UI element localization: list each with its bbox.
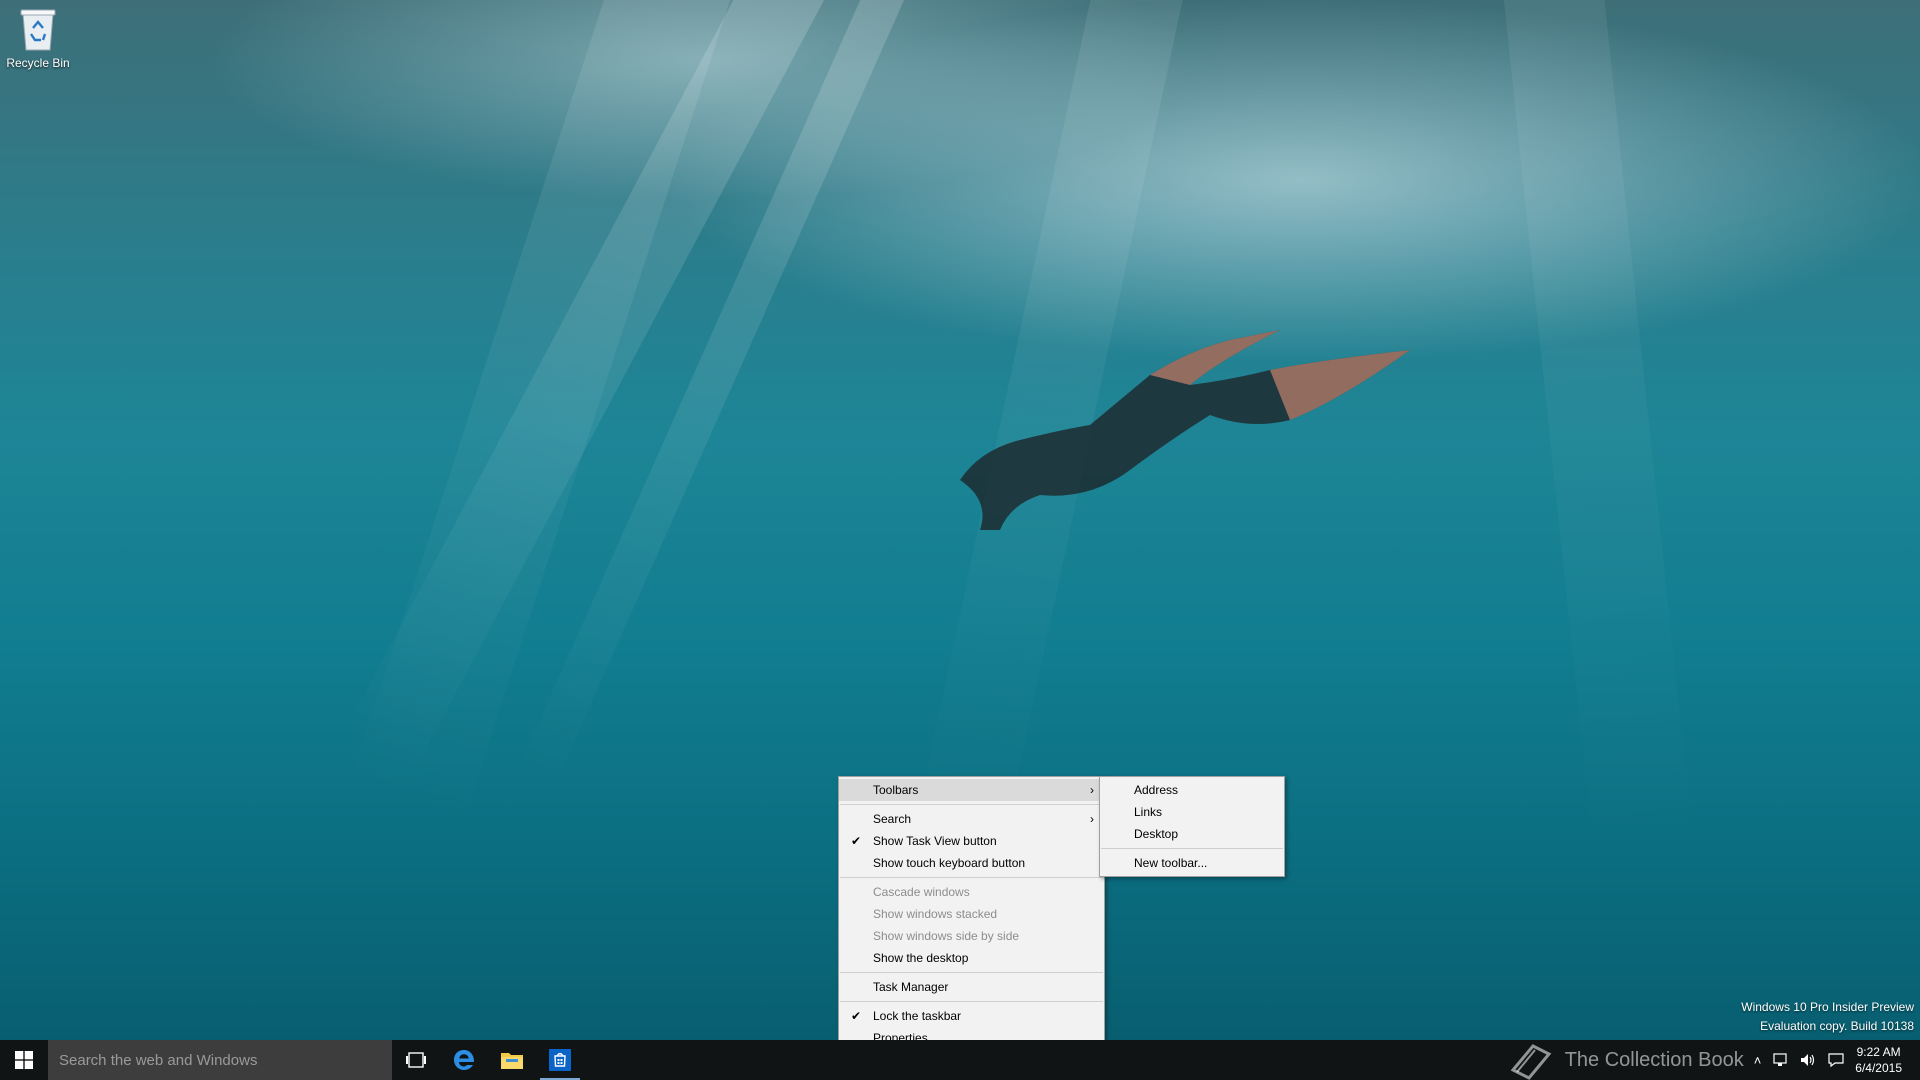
checkmark-icon: ✔ — [851, 1009, 862, 1023]
brand-watermark-text: The Collection Book — [1564, 1048, 1744, 1071]
network-icon[interactable] — [1771, 1052, 1789, 1068]
edge-button[interactable] — [440, 1040, 488, 1080]
menu-item-label: Show windows stacked — [873, 907, 998, 921]
menu-separator — [1101, 848, 1283, 849]
menu-separator — [840, 877, 1103, 878]
submenu-item-new-toolbar[interactable]: New toolbar... — [1100, 852, 1284, 874]
light-ray — [1500, 0, 1694, 861]
brand-watermark: The Collection Book — [1507, 1040, 1744, 1080]
submenu-item-links[interactable]: Links — [1100, 801, 1284, 823]
menu-item-label: Cascade windows — [873, 885, 970, 899]
menu-item-label: Lock the taskbar — [873, 1009, 962, 1023]
task-view-icon — [406, 1052, 426, 1068]
desktop-icon-label: Recycle Bin — [6, 56, 70, 70]
recycle-bin-icon — [20, 9, 56, 51]
system-tray: The Collection Book ˄ 9:22 AM 6/4/2015 — [1507, 1040, 1920, 1080]
menu-item-show-the-desktop[interactable]: Show the desktop — [839, 947, 1104, 969]
menu-item-label: Desktop — [1134, 827, 1179, 841]
windows-logo-icon — [15, 1051, 33, 1069]
menu-item-toolbars[interactable]: Toolbars › — [839, 779, 1104, 801]
menu-item-label: Links — [1134, 805, 1163, 819]
watermark-line1: Windows 10 Pro Insider Preview — [1741, 1000, 1914, 1014]
taskbar-context-menu: Toolbars › Search › ✔ Show Task View but… — [838, 776, 1105, 1052]
menu-separator — [840, 804, 1103, 805]
menu-item-search[interactable]: Search › — [839, 808, 1104, 830]
clock[interactable]: 9:22 AM 6/4/2015 — [1855, 1044, 1902, 1076]
menu-item-show-touch-keyboard-button[interactable]: Show touch keyboard button — [839, 852, 1104, 874]
menu-item-show-task-view-button[interactable]: ✔ Show Task View button — [839, 830, 1104, 852]
submenu-item-address[interactable]: Address — [1100, 779, 1284, 801]
book-logo-icon — [1510, 1044, 1552, 1080]
show-hidden-icons-chevron-icon[interactable]: ˄ — [1754, 1053, 1762, 1068]
store-button[interactable] — [536, 1040, 584, 1080]
submenu-item-desktop[interactable]: Desktop — [1100, 823, 1284, 845]
menu-item-show-windows-stacked[interactable]: Show windows stacked — [839, 903, 1104, 925]
clock-date: 6/4/2015 — [1855, 1061, 1902, 1075]
folder-icon — [501, 1053, 523, 1069]
task-view-button[interactable] — [392, 1040, 440, 1080]
search-placeholder: Search the web and Windows — [59, 1051, 258, 1069]
menu-separator — [840, 972, 1103, 973]
menu-item-label: Task Manager — [873, 980, 949, 994]
chevron-right-icon: › — [1090, 783, 1094, 797]
file-explorer-button[interactable] — [488, 1040, 536, 1080]
menu-item-label: Show Task View button — [873, 834, 997, 848]
menu-item-label: Show windows side by side — [873, 929, 1020, 943]
clock-time: 9:22 AM — [1856, 1045, 1901, 1059]
store-icon — [549, 1049, 571, 1071]
start-button[interactable] — [0, 1040, 48, 1080]
menu-item-label: Search — [873, 812, 912, 826]
checkmark-icon: ✔ — [851, 834, 862, 848]
menu-item-label: Toolbars — [873, 783, 919, 797]
taskbar[interactable]: Search the web and Windows The Collectio… — [0, 1040, 1920, 1080]
build-watermark: Windows 10 Pro Insider Preview Evaluatio… — [1741, 998, 1914, 1036]
action-center-icon[interactable] — [1827, 1052, 1845, 1068]
menu-item-cascade-windows[interactable]: Cascade windows — [839, 881, 1104, 903]
menu-item-show-windows-side-by-side[interactable]: Show windows side by side — [839, 925, 1104, 947]
edge-icon — [454, 1050, 475, 1070]
menu-item-label: Address — [1134, 783, 1179, 797]
toolbars-submenu: Address Links Desktop New toolbar... — [1099, 776, 1285, 877]
chevron-right-icon: › — [1090, 812, 1094, 826]
menu-item-label: Show the desktop — [873, 951, 969, 965]
desktop-icon-recycle-bin[interactable]: Recycle Bin — [4, 6, 72, 70]
search-box[interactable]: Search the web and Windows — [48, 1040, 392, 1080]
watermark-line2: Evaluation copy. Build 10138 — [1760, 1019, 1914, 1033]
menu-item-label: Show touch keyboard button — [873, 856, 1026, 870]
diver-silhouette — [960, 330, 1410, 530]
menu-item-task-manager[interactable]: Task Manager — [839, 976, 1104, 998]
volume-icon[interactable] — [1799, 1052, 1817, 1068]
menu-item-lock-the-taskbar[interactable]: ✔ Lock the taskbar — [839, 1005, 1104, 1027]
menu-item-label: New toolbar... — [1134, 856, 1208, 870]
menu-separator — [840, 1001, 1103, 1002]
